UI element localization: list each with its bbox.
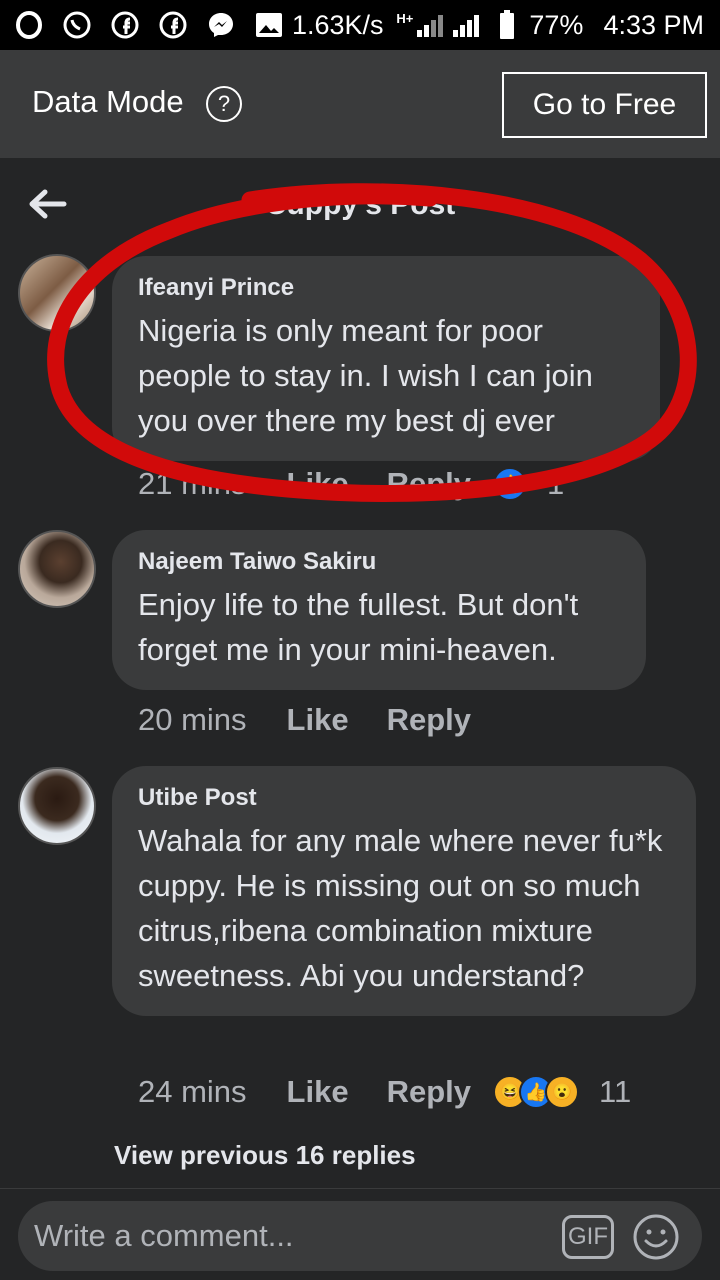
comment-time: 21 mins — [138, 466, 247, 501]
reply-button[interactable]: Reply — [387, 702, 471, 738]
comment-composer: GIF — [0, 1188, 720, 1280]
reaction-count: 11 — [599, 1074, 632, 1109]
like-button[interactable]: Like — [287, 702, 349, 738]
like-button[interactable]: Like — [287, 466, 349, 502]
comment-author[interactable]: Ifeanyi Prince — [138, 274, 634, 302]
reaction-count: 1 — [547, 466, 565, 501]
comment-bubble[interactable]: Ifeanyi Prince Nigeria is only meant for… — [112, 256, 660, 461]
avatar[interactable] — [18, 254, 96, 332]
comment-bubble[interactable]: Utibe Post Wahala for any male where nev… — [112, 766, 696, 1016]
reactions[interactable]: 😆 👍 😮 — [493, 1075, 579, 1109]
wow-reaction-icon: 😮 — [545, 1075, 579, 1109]
go-to-free-button[interactable]: Go to Free — [502, 72, 707, 138]
help-icon[interactable]: ? — [206, 86, 242, 122]
comment-actions: 21 mins Like Reply 👍 1 — [138, 466, 564, 502]
like-reaction-icon: 👍 — [493, 467, 527, 501]
comment-author[interactable]: Utibe Post — [138, 784, 670, 812]
clock: 4:33 PM — [603, 9, 704, 40]
opera-icon — [14, 10, 44, 40]
comment-text: Nigeria is only meant for poor people to… — [138, 313, 593, 438]
status-bar: 1.63K/s H+ 77% 4:33 PM — [0, 0, 720, 50]
signal-icon — [417, 15, 480, 37]
comments-list: Ifeanyi Prince Nigeria is only meant for… — [0, 248, 720, 1188]
gallery-icon — [254, 10, 284, 40]
emoji-icon[interactable] — [632, 1213, 680, 1261]
comment-bubble[interactable]: Najeem Taiwo Sakiru Enjoy life to the fu… — [112, 530, 646, 690]
reactions[interactable]: 👍 — [493, 467, 527, 501]
comment-author[interactable]: Najeem Taiwo Sakiru — [138, 548, 620, 576]
avatar[interactable] — [18, 767, 96, 845]
whatsapp-icon — [62, 10, 92, 40]
gif-icon[interactable]: GIF — [562, 1215, 614, 1259]
battery-level: 77% — [529, 9, 584, 40]
facebook-icon — [110, 10, 140, 40]
battery-icon — [500, 10, 515, 39]
avatar[interactable] — [18, 530, 96, 608]
comment-text: Enjoy life to the fullest. But don't for… — [138, 587, 579, 667]
like-button[interactable]: Like — [287, 1074, 349, 1110]
network-speed: 1.63K/s — [292, 9, 384, 40]
comment-actions: 20 mins Like Reply — [138, 702, 493, 738]
data-mode-title: Data Mode — [32, 84, 184, 119]
comment-time: 20 mins — [138, 702, 247, 737]
comment-text: Wahala for any male where never fu*k cup… — [138, 823, 663, 993]
messenger-icon — [206, 10, 236, 40]
comment-time: 24 mins — [138, 1074, 247, 1109]
network-type: H+ — [396, 10, 414, 26]
view-previous-replies-link[interactable]: View previous 16 replies — [114, 1140, 416, 1171]
post-header: Cuppy's Post — [0, 158, 720, 248]
data-mode-bar: Data Mode ? Go to Free — [0, 50, 720, 158]
status-right: H+ 77% 4:33 PM — [396, 0, 704, 50]
facebook-icon-2 — [158, 10, 188, 40]
page-title: Cuppy's Post — [264, 188, 456, 221]
comment-actions: 24 mins Like Reply 😆 👍 😮 11 — [138, 1074, 631, 1110]
reply-button[interactable]: Reply — [387, 1074, 471, 1110]
back-arrow-icon[interactable] — [28, 188, 68, 220]
reply-button[interactable]: Reply — [387, 466, 471, 502]
